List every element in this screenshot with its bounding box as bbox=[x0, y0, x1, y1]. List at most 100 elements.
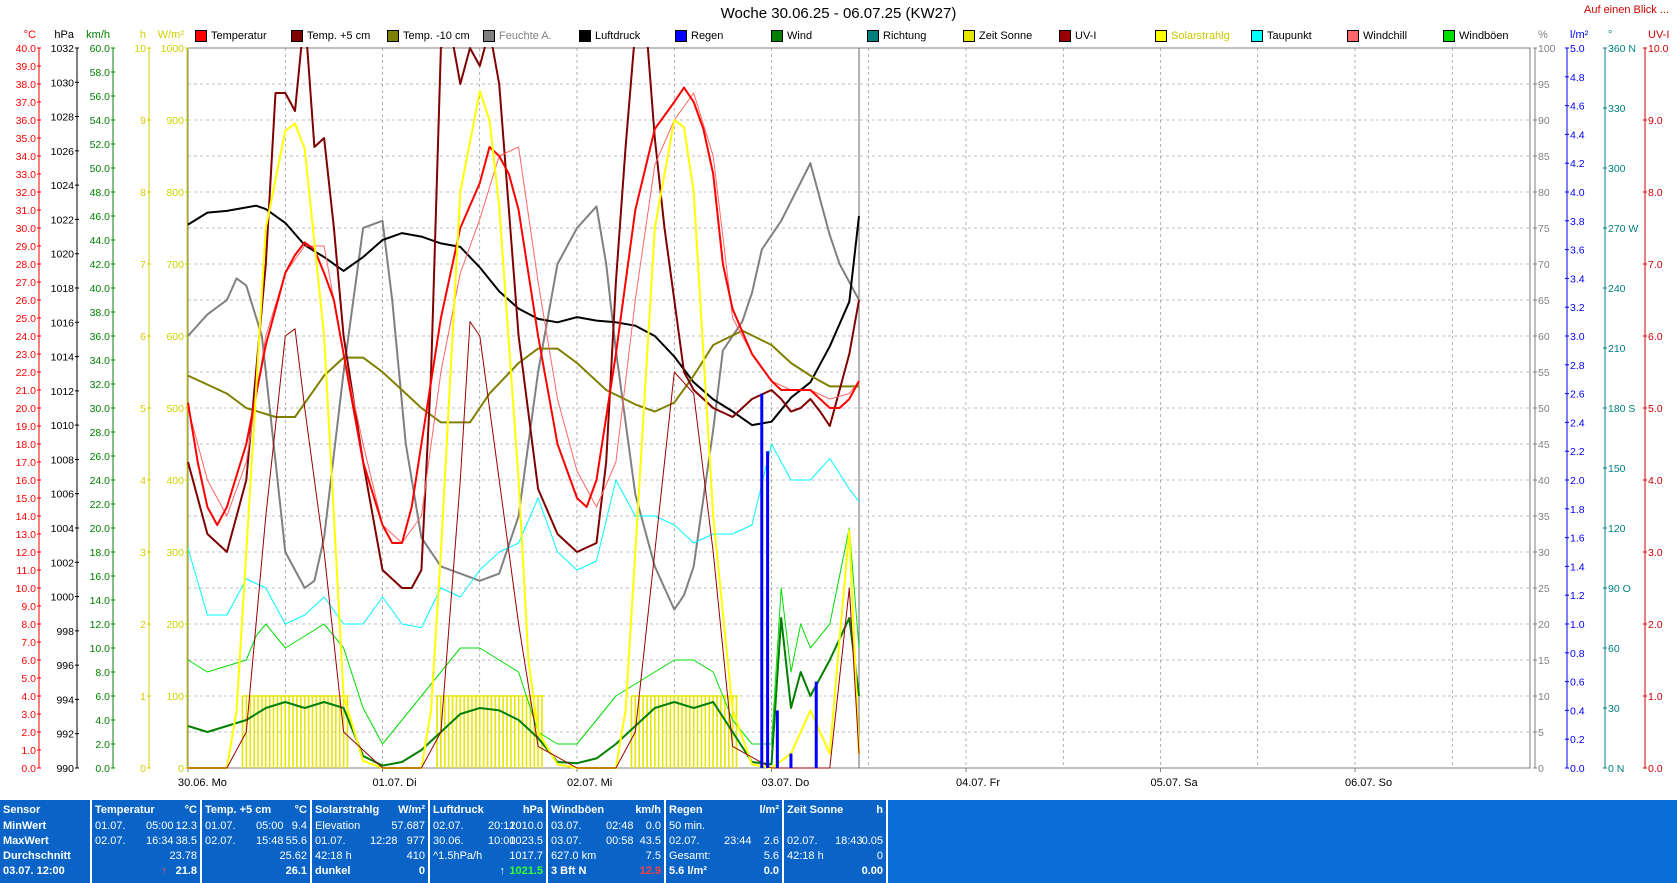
stats-cell: 01.07. bbox=[315, 835, 346, 847]
stats-cell: ^1.5hPa/h bbox=[433, 850, 483, 862]
axis-tick-label: 7.0 bbox=[21, 637, 36, 649]
axis-unit-label: hPa bbox=[54, 29, 74, 41]
stats-cell: 0.0 bbox=[763, 865, 779, 877]
stats-row: ↑ 1021.5 bbox=[433, 864, 544, 879]
series-line bbox=[187, 443, 860, 629]
axis-tick-label: 13.0 bbox=[16, 529, 37, 541]
axis-tick-label: 3 bbox=[140, 547, 146, 559]
stats-column: Sensor MinWert MaxWert Durchschnitt 03.07. 1… bbox=[0, 800, 92, 883]
stats-row: 02.07. 23:44 2.6 bbox=[669, 834, 779, 849]
axis-tick-label: 5 bbox=[140, 403, 146, 415]
axis-tick-label: 4.4 bbox=[1570, 129, 1585, 141]
axis-tick-label: 35.0 bbox=[16, 133, 37, 145]
axis-tick-label: 0 bbox=[1538, 763, 1544, 775]
axis-tick-label: 3.6 bbox=[1570, 245, 1585, 257]
stats-row: MaxWert bbox=[3, 834, 87, 849]
axis-tick-label: 1010 bbox=[51, 420, 75, 432]
axis-tick-label: 1.0 bbox=[1648, 691, 1663, 703]
stats-header-label: Luftdruck bbox=[433, 804, 484, 816]
stats-cell: 02.07. bbox=[669, 835, 700, 847]
axis-tick-label: 85 bbox=[1538, 151, 1550, 163]
stats-header: Solarstrahlg W/m² bbox=[315, 803, 425, 818]
axis-tick-label: 990 bbox=[56, 763, 74, 775]
stats-cell: 05:00 bbox=[256, 820, 284, 832]
axis-tick-label: 2.6 bbox=[1570, 389, 1585, 401]
stats-cell: 23.78 bbox=[169, 850, 197, 862]
axis-tick-label: 38.0 bbox=[90, 307, 111, 319]
stats-header-label: Sensor bbox=[3, 804, 41, 816]
axis-tick-label: 2.0 bbox=[21, 727, 36, 739]
stats-row: 03.07. 02:48 0.0 bbox=[551, 819, 661, 834]
axis-tick-label: 28.0 bbox=[90, 427, 111, 439]
axis-tick-label: 180 S bbox=[1608, 403, 1635, 415]
stats-row: 42:18 h 0 bbox=[787, 849, 883, 864]
axis-tick-label: 1022 bbox=[51, 214, 75, 226]
stats-cell: 23:44 bbox=[724, 835, 752, 847]
stats-row: 0.00 bbox=[787, 864, 883, 879]
axis-tick-label: 25.0 bbox=[16, 313, 37, 325]
axis-tick-label: 70 bbox=[1538, 259, 1550, 271]
axis-tick-label: 0.8 bbox=[1570, 648, 1585, 660]
stats-unit: °C bbox=[294, 804, 307, 816]
stats-cell: 01.07. bbox=[95, 820, 126, 832]
stats-row: 42:18 h 410 bbox=[315, 849, 425, 864]
stats-cell: 1010.0 bbox=[509, 820, 543, 832]
axis-tick-label: 20.0 bbox=[16, 403, 37, 415]
axis-tick-label: 4 bbox=[140, 475, 146, 487]
stats-header: Temp. +5 cm °C bbox=[205, 803, 307, 818]
axis-tick-label: 330 bbox=[1608, 103, 1626, 115]
axis-tick-label: 26.0 bbox=[16, 295, 37, 307]
stats-cell: 3 Bft N bbox=[551, 865, 587, 877]
x-tick-label: 04.07. Fr bbox=[956, 777, 1000, 789]
stats-cell: 18:43 bbox=[835, 835, 863, 847]
axis-unit-label: l/m² bbox=[1570, 29, 1589, 41]
stats-row: 01.07. 12:28 977 bbox=[315, 834, 425, 849]
legend-item: Regen bbox=[675, 30, 771, 42]
stats-cell: ↑ bbox=[161, 865, 168, 877]
stats-unit: °C bbox=[184, 804, 197, 816]
stats-cell: 12.3 bbox=[175, 820, 197, 832]
x-tick-label: 01.07. Di bbox=[373, 777, 417, 789]
legend-label: Zeit Sonne bbox=[979, 30, 1033, 42]
stats-cell: 50 min. bbox=[669, 820, 706, 832]
stats-header: Temperatur °C bbox=[95, 803, 197, 818]
stats-cell: 12:28 bbox=[370, 835, 398, 847]
axis-tick-label: 6.0 bbox=[95, 691, 110, 703]
axis-tick-label: 0.0 bbox=[1648, 763, 1663, 775]
axis-tick-label: 14.0 bbox=[90, 595, 111, 607]
axis-tick-label: 21.0 bbox=[16, 385, 37, 397]
stats-header-label: Solarstrahlg bbox=[315, 804, 380, 816]
legend-item: Windböen bbox=[1443, 30, 1539, 42]
stats-row: 02.07. 20:12 1010.0 bbox=[433, 819, 543, 834]
axis-tick-label: 55 bbox=[1538, 367, 1550, 379]
legend-item: Solarstrahlg bbox=[1155, 30, 1251, 42]
weather-chart: °C0.01.02.03.04.05.06.07.08.09.010.011.0… bbox=[16, 0, 1669, 789]
axis-tick-label: 1.0 bbox=[1570, 619, 1585, 631]
stats-cell: Gesamt: bbox=[669, 850, 711, 862]
axis-tick-label: 38.0 bbox=[16, 79, 37, 91]
axis-tick-label: 1006 bbox=[51, 489, 75, 501]
axis-tick-label: 996 bbox=[56, 660, 74, 672]
stats-column: Solarstrahlg W/m² Elevation 57.687 01.07. 12:… bbox=[312, 800, 430, 883]
axis-tick-label: 240 bbox=[1608, 283, 1626, 295]
axis-tick-label: 8 bbox=[140, 187, 146, 199]
axis-tick-label: 1.2 bbox=[1570, 590, 1585, 602]
axis-tick-label: 3.4 bbox=[1570, 273, 1585, 285]
axis-tick-label: 210 bbox=[1608, 343, 1626, 355]
overview-link[interactable]: Auf einen Blick ... bbox=[1584, 4, 1669, 16]
axis-tick-label: 30 bbox=[1538, 547, 1550, 559]
stats-cell: 410 bbox=[406, 850, 425, 862]
stats-cell: 02.07. bbox=[205, 835, 236, 847]
stats-cell: 03.07. bbox=[551, 835, 582, 847]
stats-unit: hPa bbox=[522, 804, 543, 816]
axis-tick-label: 24.0 bbox=[90, 475, 111, 487]
stats-cell: 7.5 bbox=[645, 850, 661, 862]
axis-tick-label: 2.4 bbox=[1570, 417, 1585, 429]
stats-cell: 05:00 bbox=[146, 820, 174, 832]
axis-tick-label: 8.0 bbox=[21, 619, 36, 631]
axis-tick-label: 992 bbox=[56, 729, 74, 741]
legend-label: UV-I bbox=[1075, 30, 1097, 42]
axis-tick-label: 36.0 bbox=[90, 331, 111, 343]
stats-cell: 1023.5 bbox=[509, 835, 543, 847]
stats-cell: MaxWert bbox=[3, 835, 49, 847]
